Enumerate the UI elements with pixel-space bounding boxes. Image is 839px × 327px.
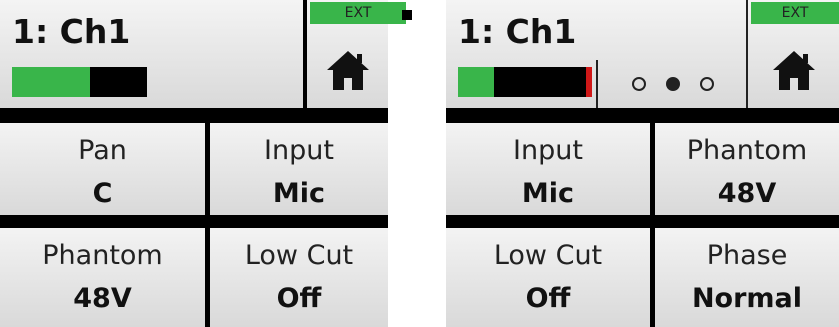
home-icon [326, 51, 369, 90]
param-value: Off [276, 283, 322, 314]
level-meter [458, 67, 592, 97]
param-cell-input[interactable]: Input Mic [210, 123, 388, 215]
param-label: Phantom [42, 240, 163, 271]
param-value: Normal [691, 283, 803, 314]
param-cell-low-cut[interactable]: Low Cut Off [210, 228, 388, 327]
param-value: C [92, 178, 113, 209]
level-meter [12, 67, 147, 97]
ext-label: EXT [344, 5, 372, 21]
param-value: 48V [717, 178, 777, 209]
ext-label: EXT [781, 5, 809, 21]
channel-title: 1: Ch1 [12, 12, 131, 51]
param-label: Phantom [686, 135, 808, 166]
param-cell-phase[interactable]: Phase Normal [655, 228, 839, 327]
param-label: Low Cut [493, 240, 603, 271]
level-meter-fill [12, 67, 91, 97]
channel-screen-2: 1: Ch1 EXT Input Mic Phantom 48V Low Cut… [446, 0, 839, 327]
ext-indicator: EXT [310, 2, 412, 24]
param-value: 48V [73, 283, 132, 314]
param-label: Pan [78, 135, 127, 166]
ext-indicator: EXT [751, 2, 839, 24]
page-indicator [598, 60, 748, 108]
home-button[interactable]: EXT [748, 0, 839, 108]
param-cell-phantom[interactable]: Phantom 48V [0, 228, 205, 327]
home-button[interactable]: EXT [307, 0, 412, 108]
param-label: Input [264, 135, 334, 166]
page-dot-2 [666, 77, 680, 91]
page-dot-3 [700, 77, 714, 91]
level-meter-fill [458, 67, 495, 97]
param-cell-input[interactable]: Input Mic [446, 123, 650, 215]
ext-tab [402, 10, 412, 20]
home-icon [772, 51, 815, 90]
param-cell-low-cut[interactable]: Low Cut Off [446, 228, 650, 327]
param-label: Phase [706, 240, 788, 271]
param-cell-phantom[interactable]: Phantom 48V [655, 123, 839, 215]
header-panel: 1: Ch1 [0, 0, 303, 108]
param-cell-pan[interactable]: Pan C [0, 123, 205, 215]
param-value: Mic [272, 178, 326, 209]
channel-screen-1: 1: Ch1 EXT Pan C Input Mic Phantom 48V L… [0, 0, 412, 327]
param-value: Off [525, 283, 571, 314]
param-value: Mic [521, 178, 575, 209]
param-label: Low Cut [244, 240, 354, 271]
channel-title: 1: Ch1 [458, 12, 577, 51]
peak-indicator [586, 67, 592, 97]
param-label: Input [513, 135, 583, 166]
page-dot-1 [632, 77, 646, 91]
